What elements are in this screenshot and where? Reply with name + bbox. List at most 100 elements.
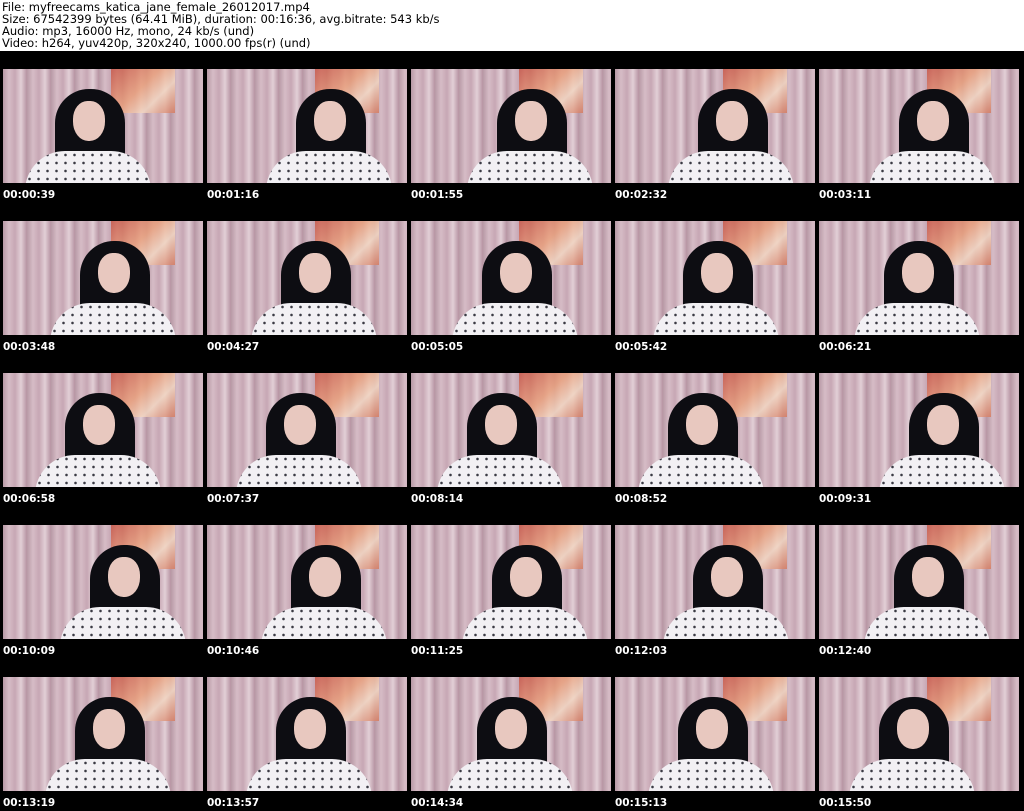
person-face: [917, 101, 949, 141]
timestamp-label: 00:04:27: [207, 341, 260, 353]
video-frame-thumbnail: [3, 525, 203, 639]
person-shirt: [638, 455, 764, 487]
video-frame-thumbnail: [615, 221, 815, 335]
thumbnail-cell[interactable]: 00:00:39: [0, 51, 204, 203]
thumbnail-cell[interactable]: 00:10:09: [0, 507, 204, 659]
person-face: [510, 557, 542, 597]
person-shirt: [437, 455, 563, 487]
timestamp-label: 00:05:05: [411, 341, 464, 353]
person-face: [696, 709, 728, 749]
person-face: [294, 709, 326, 749]
video-frame-thumbnail: [207, 525, 407, 639]
thumbnail-cell[interactable]: 00:12:03: [612, 507, 816, 659]
thumbnail-cell[interactable]: 00:06:21: [816, 203, 1020, 355]
video-frame-thumbnail: [615, 525, 815, 639]
person-face: [98, 253, 130, 293]
thumbnail-cell[interactable]: 00:15:13: [612, 659, 816, 811]
video-frame-thumbnail: [3, 373, 203, 487]
timestamp-label: 00:01:16: [207, 189, 260, 201]
thumbnail-cell[interactable]: 00:12:40: [816, 507, 1020, 659]
video-frame-thumbnail: [3, 69, 203, 183]
timestamp-label: 00:10:09: [3, 645, 56, 657]
video-info-line: Video: h264, yuv420p, 320x240, 1000.00 f…: [2, 36, 311, 50]
video-frame-thumbnail: [411, 677, 611, 791]
video-frame-thumbnail: [207, 677, 407, 791]
person-face: [309, 557, 341, 597]
timestamp-label: 00:13:19: [3, 797, 56, 809]
person-face: [902, 253, 934, 293]
thumbnail-cell[interactable]: 00:05:05: [408, 203, 612, 355]
person-face: [500, 253, 532, 293]
timestamp-label: 00:11:25: [411, 645, 464, 657]
person-shirt: [50, 303, 176, 335]
timestamp-label: 00:02:32: [615, 189, 668, 201]
person-shirt: [467, 151, 593, 183]
video-frame-thumbnail: [819, 525, 1019, 639]
person-face: [108, 557, 140, 597]
timestamp-label: 00:10:46: [207, 645, 260, 657]
person-face: [73, 101, 105, 141]
person-face: [495, 709, 527, 749]
video-frame-thumbnail: [615, 677, 815, 791]
thumbnail-cell[interactable]: 00:06:58: [0, 355, 204, 507]
person-shirt: [452, 303, 578, 335]
timestamp-label: 00:12:03: [615, 645, 668, 657]
timestamp-label: 00:06:21: [819, 341, 872, 353]
thumbnail-cell[interactable]: 00:14:34: [408, 659, 612, 811]
person-shirt: [60, 607, 186, 639]
thumbnail-cell[interactable]: 00:01:55: [408, 51, 612, 203]
thumbnail-cell[interactable]: 00:15:50: [816, 659, 1020, 811]
person-face: [485, 405, 517, 445]
person-shirt: [236, 455, 362, 487]
thumbnail-cell[interactable]: 00:08:52: [612, 355, 816, 507]
video-frame-thumbnail: [411, 373, 611, 487]
person-face: [93, 709, 125, 749]
thumbnail-cell[interactable]: 00:05:42: [612, 203, 816, 355]
thumbnail-cell[interactable]: 00:02:32: [612, 51, 816, 203]
timestamp-label: 00:05:42: [615, 341, 668, 353]
thumbnail-cell[interactable]: 00:13:57: [204, 659, 408, 811]
thumbnail-cell[interactable]: 00:03:48: [0, 203, 204, 355]
info-header: File: myfreecams_katica_jane_female_2601…: [0, 0, 1024, 51]
thumbnail-cell[interactable]: 00:13:19: [0, 659, 204, 811]
video-frame-thumbnail: [207, 69, 407, 183]
person-face: [299, 253, 331, 293]
thumbnail-cell[interactable]: 00:08:14: [408, 355, 612, 507]
thumbnail-cell[interactable]: 00:10:46: [204, 507, 408, 659]
video-frame-thumbnail: [3, 677, 203, 791]
thumbnail-cell[interactable]: 00:07:37: [204, 355, 408, 507]
person-shirt: [45, 759, 171, 791]
person-face: [83, 405, 115, 445]
video-frame-thumbnail: [207, 221, 407, 335]
timestamp-label: 00:15:50: [819, 797, 872, 809]
thumbnail-cell[interactable]: 00:03:11: [816, 51, 1020, 203]
person-face: [711, 557, 743, 597]
person-shirt: [849, 759, 975, 791]
person-shirt: [447, 759, 573, 791]
video-frame-thumbnail: [411, 69, 611, 183]
thumbnail-cell[interactable]: 00:01:16: [204, 51, 408, 203]
person-shirt: [266, 151, 392, 183]
person-face: [897, 709, 929, 749]
timestamp-label: 00:12:40: [819, 645, 872, 657]
timestamp-label: 00:00:39: [3, 189, 56, 201]
timestamp-label: 00:06:58: [3, 493, 56, 505]
timestamp-label: 00:03:48: [3, 341, 56, 353]
person-shirt: [854, 303, 980, 335]
thumbnail-cell[interactable]: 00:04:27: [204, 203, 408, 355]
person-shirt: [653, 303, 779, 335]
video-frame-thumbnail: [615, 69, 815, 183]
person-shirt: [462, 607, 588, 639]
timestamp-label: 00:14:34: [411, 797, 464, 809]
timestamp-label: 00:03:11: [819, 189, 872, 201]
video-frame-thumbnail: [819, 221, 1019, 335]
video-frame-thumbnail: [411, 525, 611, 639]
person-shirt: [35, 455, 161, 487]
person-shirt: [246, 759, 372, 791]
person-shirt: [25, 151, 151, 183]
video-frame-thumbnail: [411, 221, 611, 335]
video-frame-thumbnail: [3, 221, 203, 335]
thumbnail-cell[interactable]: 00:11:25: [408, 507, 612, 659]
thumbnail-cell[interactable]: 00:09:31: [816, 355, 1020, 507]
person-face: [912, 557, 944, 597]
